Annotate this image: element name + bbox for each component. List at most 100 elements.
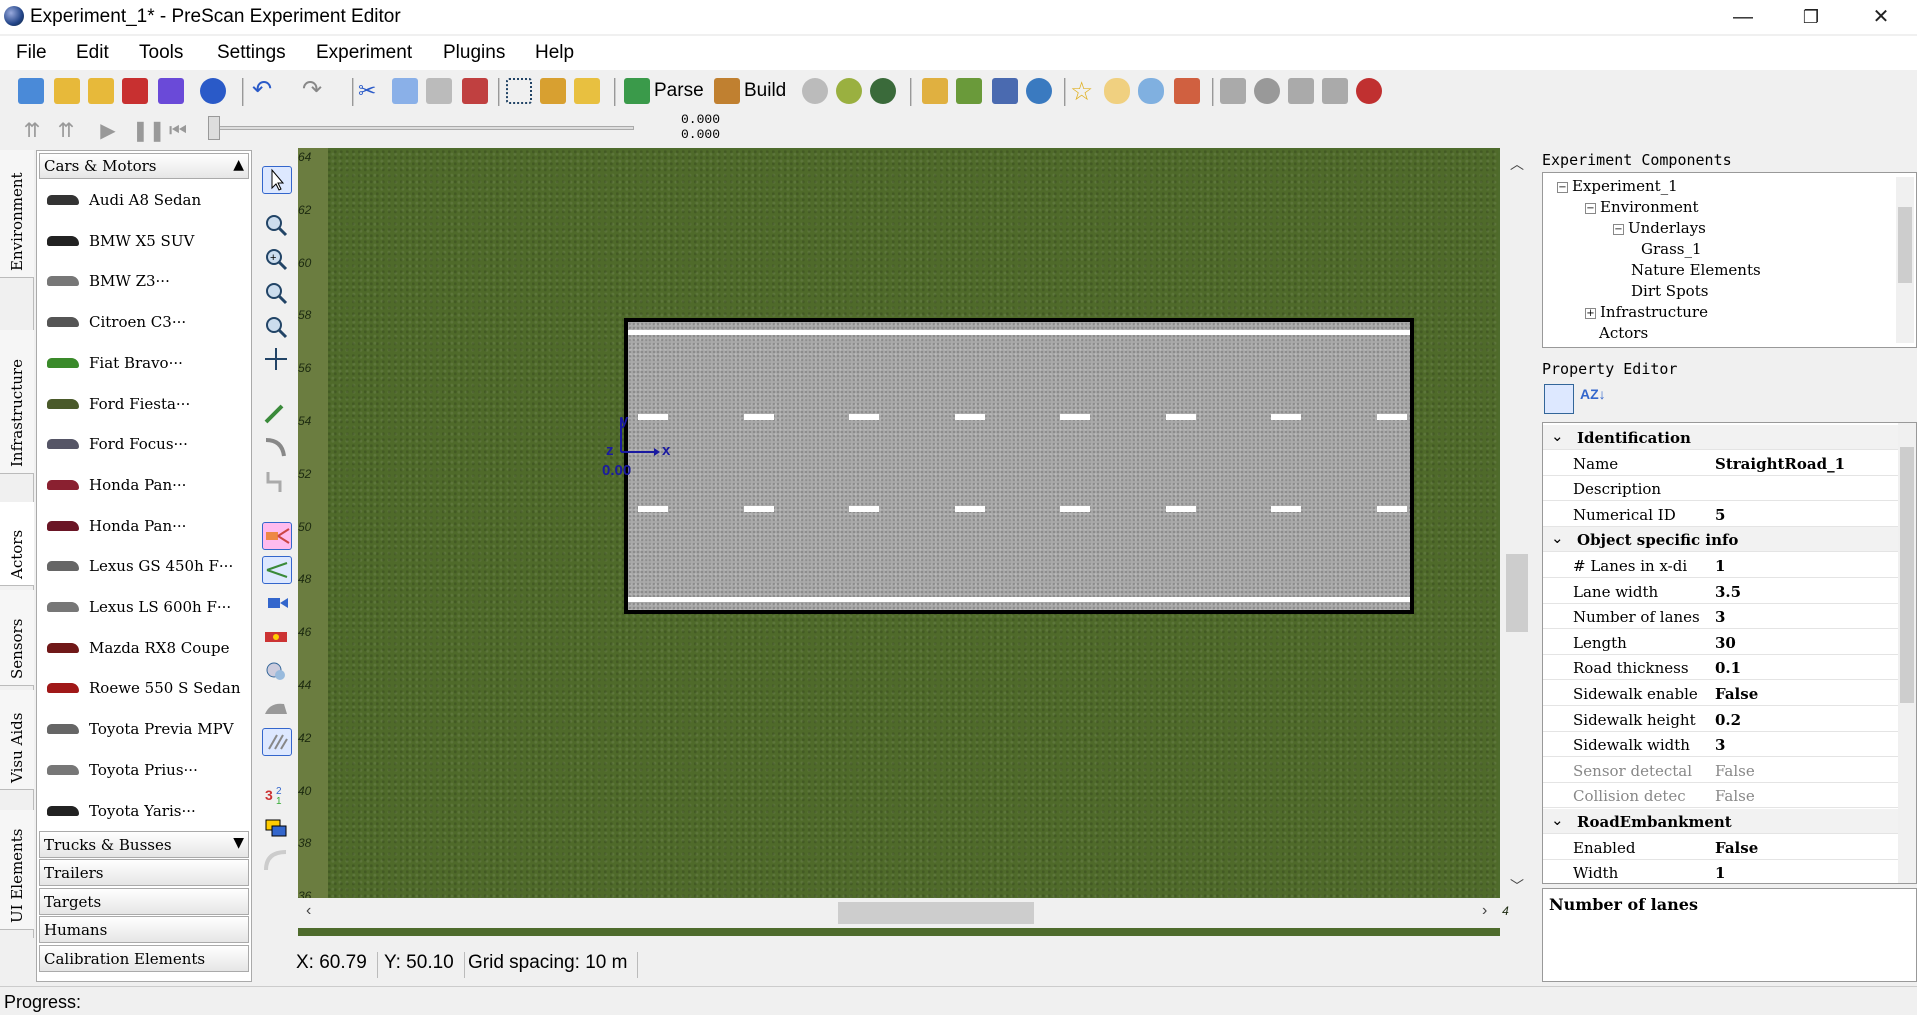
- tree-node[interactable]: − Environment: [1585, 198, 1699, 216]
- property-row[interactable]: Numerical ID 5: [1543, 502, 1899, 527]
- property-row[interactable]: Description: [1543, 476, 1899, 502]
- property-value[interactable]: False: [1715, 787, 1755, 805]
- play-icon[interactable]: ▶: [96, 120, 120, 142]
- disc-green-icon[interactable]: [836, 78, 862, 104]
- camera-icon[interactable]: [262, 590, 292, 618]
- sort-az-icon[interactable]: AZ↓: [1580, 386, 1610, 414]
- numbering-icon[interactable]: 321: [262, 780, 292, 808]
- property-value[interactable]: 1: [1715, 557, 1725, 575]
- property-value[interactable]: 0.1: [1715, 659, 1741, 677]
- property-row[interactable]: Sidewalk enable False: [1543, 681, 1899, 706]
- collapse-chevron-icon[interactable]: ⌄: [1551, 427, 1564, 445]
- rain-icon[interactable]: [1138, 78, 1164, 104]
- property-row[interactable]: Length 30: [1543, 630, 1899, 655]
- close-button[interactable]: ✕: [1853, 2, 1909, 32]
- property-row[interactable]: Enabled False: [1543, 835, 1899, 860]
- property-value[interactable]: 30: [1715, 634, 1736, 652]
- category-trailers[interactable]: Trailers: [39, 859, 249, 886]
- star-icon[interactable]: ☆: [1070, 78, 1096, 104]
- scroll-thumb[interactable]: [1506, 554, 1528, 632]
- tab-ui-elements[interactable]: UI Elements: [0, 810, 34, 930]
- tab-infrastructure[interactable]: Infrastructure: [0, 330, 34, 474]
- align-icon[interactable]: [1220, 78, 1246, 104]
- scroll-left-icon[interactable]: ‹: [306, 902, 311, 920]
- property-value[interactable]: False: [1715, 685, 1758, 703]
- tree-node[interactable]: + Infrastructure: [1585, 303, 1708, 321]
- select-all-icon[interactable]: [506, 78, 532, 104]
- weather-icon[interactable]: [1104, 78, 1130, 104]
- property-row[interactable]: Road thickness 0.1: [1543, 655, 1899, 681]
- gauge-icon[interactable]: [1026, 78, 1052, 104]
- collapse-chevron-icon[interactable]: ⌄: [1551, 529, 1564, 547]
- property-value[interactable]: 0.2: [1715, 711, 1741, 729]
- menu-tools[interactable]: Tools: [139, 42, 183, 64]
- undo-icon[interactable]: ↶: [252, 78, 278, 104]
- categorized-view-icon[interactable]: [1544, 384, 1574, 414]
- canvas-vertical-scrollbar[interactable]: ︿ ﹀: [1502, 148, 1532, 900]
- expand-icon[interactable]: +: [1585, 307, 1596, 319]
- draw-road-icon[interactable]: [262, 400, 292, 428]
- menu-edit[interactable]: Edit: [76, 42, 109, 64]
- bug-icon[interactable]: [1356, 78, 1382, 104]
- scroll-thumb[interactable]: [1898, 207, 1912, 283]
- scroll-thumb[interactable]: [1900, 447, 1914, 703]
- property-row[interactable]: Number of lanes 3: [1543, 604, 1899, 630]
- straight-road[interactable]: [624, 318, 1414, 614]
- category-trucks-busses[interactable]: Trucks & Busses ▼: [39, 831, 249, 858]
- shield-icon[interactable]: [1254, 78, 1280, 104]
- copy-icon[interactable]: [392, 78, 418, 104]
- timeline-thumb[interactable]: [208, 116, 220, 140]
- menu-plugins[interactable]: Plugins: [443, 42, 505, 64]
- collapse-chevron-icon[interactable]: ⌄: [1551, 811, 1564, 829]
- pause-icon[interactable]: ❚❚: [132, 120, 166, 142]
- step-icon[interactable]: ⇈: [54, 120, 78, 142]
- property-section[interactable]: ⌄ RoadEmbankment: [1543, 809, 1899, 834]
- property-section[interactable]: ⌄ Identification: [1543, 425, 1899, 450]
- open-recent-icon[interactable]: [88, 78, 114, 104]
- layers-icon[interactable]: [262, 814, 292, 842]
- vehicle-silhouette-icon[interactable]: [262, 694, 292, 722]
- menu-settings[interactable]: Settings: [217, 42, 286, 64]
- disc-gray-icon[interactable]: [802, 78, 828, 104]
- property-value[interactable]: StraightRoad_1: [1715, 455, 1845, 473]
- delete-icon[interactable]: [462, 78, 488, 104]
- build-button[interactable]: Build: [744, 80, 786, 102]
- path-link-icon[interactable]: [262, 556, 292, 584]
- chart-icon[interactable]: [1174, 78, 1200, 104]
- tab-sensors[interactable]: Sensors: [0, 590, 34, 686]
- wrench-icon[interactable]: [540, 78, 566, 104]
- arc-icon[interactable]: [262, 848, 292, 876]
- property-value[interactable]: 5: [1715, 506, 1725, 524]
- canvas-horizontal-scrollbar[interactable]: ‹ ›: [298, 898, 1502, 928]
- property-grid[interactable]: ⌄ Identification Name StraightRoad_1 Descrip…: [1542, 422, 1917, 884]
- minimize-button[interactable]: —: [1715, 2, 1771, 32]
- grid-snap-icon[interactable]: [262, 728, 292, 756]
- tree-node[interactable]: − Experiment_1: [1557, 177, 1678, 195]
- tab-environment[interactable]: Environment: [0, 150, 34, 278]
- spline-icon[interactable]: [262, 468, 292, 496]
- property-row[interactable]: Collision detec False: [1543, 783, 1899, 809]
- property-value[interactable]: 3: [1715, 736, 1725, 754]
- zoom-out-icon[interactable]: [262, 280, 292, 308]
- pencil-icon[interactable]: [574, 78, 600, 104]
- open-icon[interactable]: [54, 78, 80, 104]
- curve-road-icon[interactable]: [262, 434, 292, 462]
- save-icon[interactable]: [122, 78, 148, 104]
- scroll-right-icon[interactable]: ›: [1482, 902, 1487, 920]
- zoom-window-icon[interactable]: [262, 212, 292, 240]
- calculator-icon[interactable]: [992, 78, 1018, 104]
- property-value[interactable]: 3: [1715, 608, 1725, 626]
- tab-visu-aids[interactable]: Visu Aids: [0, 690, 34, 790]
- property-section[interactable]: ⌄ Object specific info: [1543, 527, 1899, 553]
- grass-underlay[interactable]: y x z 0.00: [328, 150, 1498, 898]
- disc-dark-icon[interactable]: [870, 78, 896, 104]
- tree-node[interactable]: − Underlays: [1613, 219, 1706, 237]
- scroll-up-icon[interactable]: ︿: [1510, 154, 1524, 174]
- tree-scrollbar[interactable]: [1896, 177, 1914, 343]
- tree-node[interactable]: Dirt Spots: [1631, 282, 1708, 300]
- trajectory-icon[interactable]: [262, 522, 292, 550]
- collapse-icon[interactable]: −: [1585, 202, 1596, 214]
- menu-help[interactable]: Help: [535, 42, 574, 64]
- category-humans[interactable]: Humans: [39, 916, 249, 943]
- help-icon[interactable]: [200, 78, 226, 104]
